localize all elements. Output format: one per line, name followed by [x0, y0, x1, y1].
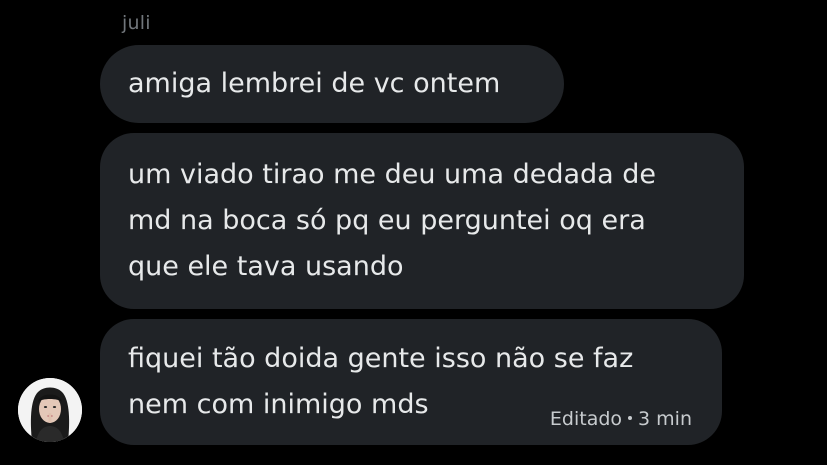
message-bubble[interactable]: amiga lembrei de vc ontem [100, 45, 564, 123]
message-text: amiga lembrei de vc ontem [128, 68, 501, 99]
message-text: fiquei tão doida gente isso não se faz [128, 343, 634, 374]
message-bubble[interactable]: fiquei tão doida gente isso não se faz n… [100, 319, 722, 445]
avatar[interactable] [18, 378, 82, 442]
message-text: um viado tirao me deu uma dedada de [128, 159, 657, 190]
message-text: que ele tava usando [128, 251, 404, 282]
edited-label: Editado [549, 408, 623, 430]
message-text: md na boca só pq eu perguntei oq era [128, 205, 646, 236]
timestamp: 3 min [638, 408, 692, 430]
sender-name: juli [122, 12, 151, 34]
avatar-image [18, 378, 82, 442]
message-bubble[interactable]: um viado tirao me deu uma dedada de md n… [100, 133, 744, 309]
separator-dot [628, 416, 633, 420]
message-meta: Editado 3 min [550, 407, 692, 431]
